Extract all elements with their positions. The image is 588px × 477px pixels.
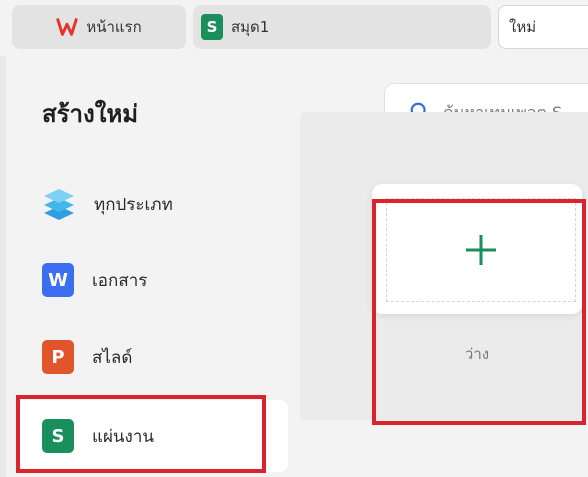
nav-item-label: แผ่นงาน <box>92 426 155 447</box>
template-grid: ว่าง <box>300 112 588 420</box>
blank-template-label: ว่าง <box>464 345 490 363</box>
nav-item-all-types[interactable]: ทุกประเภท <box>16 168 288 240</box>
blank-template-preview <box>386 198 576 302</box>
nav-item-label: สไลด์ <box>92 347 133 368</box>
tab-workbook[interactable]: S สมุด1 <box>193 5 491 49</box>
tab-home[interactable]: หน้าแรก <box>12 5 186 49</box>
page-title: สร้างใหม่ <box>42 100 139 128</box>
plus-icon <box>466 235 496 265</box>
tab-workbook-label: สมุด1 <box>231 18 270 36</box>
sheet-icon: S <box>201 14 223 40</box>
wps-logo-icon <box>56 18 78 36</box>
tab-new[interactable]: ใหม่ <box>498 5 588 49</box>
nav-item-slides[interactable]: P สไลด์ <box>16 321 288 393</box>
word-icon: W <box>42 263 74 297</box>
blank-template-card[interactable] <box>372 184 582 314</box>
slide-icon: P <box>42 340 74 374</box>
layers-icon <box>44 189 74 220</box>
tab-new-label: ใหม่ <box>509 18 537 36</box>
sheet-icon: S <box>42 419 74 453</box>
tab-home-label: หน้าแรก <box>86 18 142 36</box>
nav-item-spreadsheets[interactable]: S แผ่นงาน <box>16 400 288 472</box>
tab-bar: หน้าแรก S สมุด1 ใหม่ <box>0 0 588 56</box>
nav-item-documents[interactable]: W เอกสาร <box>16 244 288 316</box>
nav-item-label: ทุกประเภท <box>94 194 173 215</box>
nav-item-label: เอกสาร <box>92 270 148 291</box>
